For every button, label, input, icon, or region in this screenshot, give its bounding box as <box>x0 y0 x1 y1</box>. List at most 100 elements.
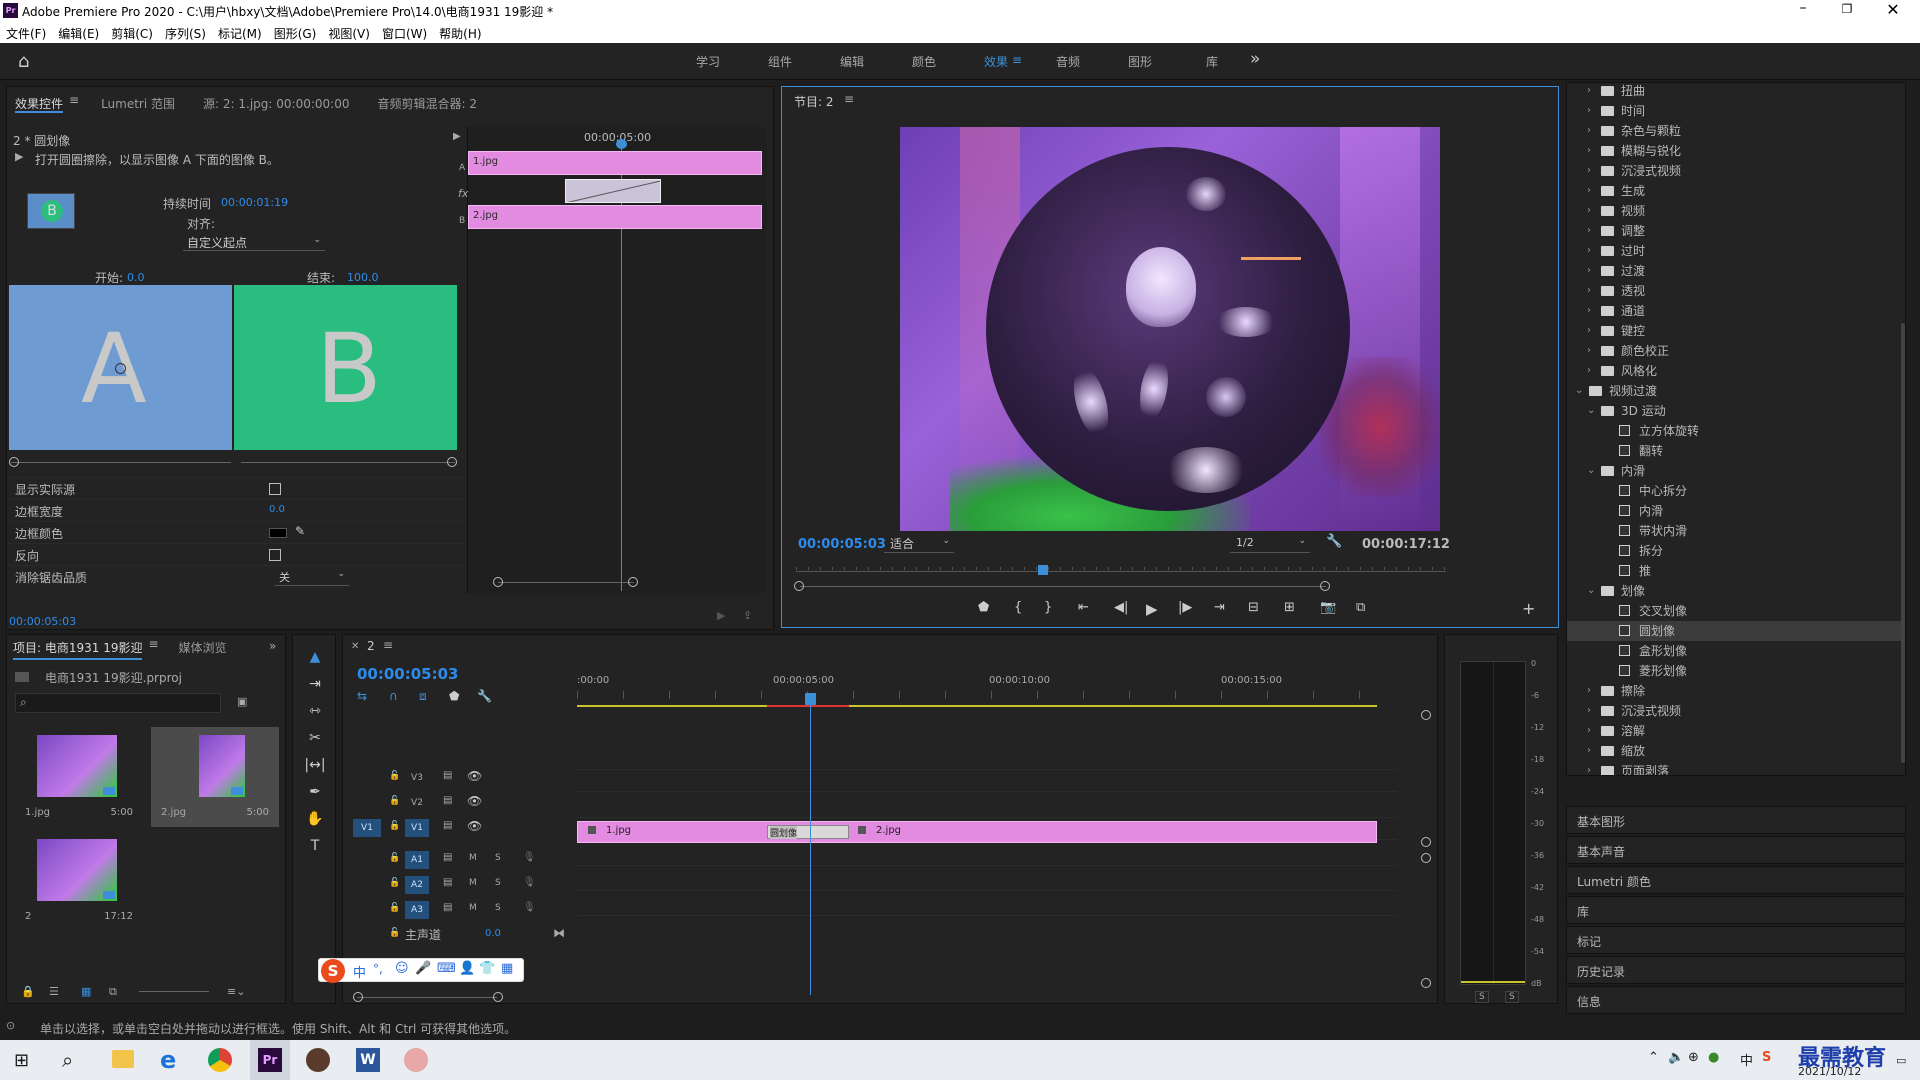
effects-tree-item[interactable]: 菱形划像 <box>1567 661 1905 681</box>
ec-clip-b[interactable]: 2.jpg <box>468 205 762 229</box>
close-tab-icon[interactable]: ✕ <box>351 641 359 652</box>
effects-tree-item[interactable]: › 过渡 <box>1567 261 1905 281</box>
effects-tree-item[interactable]: › 扭曲 <box>1567 83 1905 101</box>
align-select[interactable]: 自定义起点 ⌄ <box>183 233 325 251</box>
color-swatch[interactable] <box>269 528 287 538</box>
effects-tree-item[interactable]: › 风格化 <box>1567 361 1905 381</box>
effects-tree-item[interactable]: › 透视 <box>1567 281 1905 301</box>
menu-item[interactable]: 剪辑(C) <box>111 25 153 42</box>
paint-app-icon[interactable] <box>404 1048 428 1072</box>
chevron-down-icon[interactable]: ⌄ <box>1587 581 1595 601</box>
track-select-icon[interactable]: ⇥ <box>293 676 337 692</box>
project-tab-menu-icon[interactable]: ≡ <box>148 637 158 660</box>
menu-item[interactable]: 图形(G) <box>274 25 317 42</box>
menu-item[interactable]: 视图(V) <box>328 25 370 42</box>
property-checkbox[interactable] <box>269 549 281 561</box>
vscroll-handle[interactable] <box>1421 853 1431 863</box>
effects-scrollbar[interactable] <box>1901 323 1905 763</box>
side-panel-header[interactable]: 库 <box>1566 896 1906 924</box>
go-to-out-icon[interactable]: ⇥ <box>1214 600 1225 615</box>
chevron-right-icon[interactable]: › <box>1587 761 1591 775</box>
effects-tree-item[interactable]: › 过时 <box>1567 241 1905 261</box>
property-checkbox[interactable] <box>269 483 281 495</box>
emoji-icon[interactable]: ☺ <box>395 961 409 976</box>
timeline-menu-icon[interactable]: ≡ <box>383 638 393 652</box>
project-item[interactable]: 2 17:12 <box>15 831 143 931</box>
icon-view-icon[interactable]: ▦ <box>81 985 91 998</box>
timeline-transition[interactable]: 圆划像 <box>767 825 849 839</box>
chevron-right-icon[interactable]: › <box>1587 681 1591 701</box>
track-toggle[interactable]: V3 <box>405 769 429 787</box>
chevron-right-icon[interactable]: › <box>1587 221 1591 241</box>
effects-tree-item[interactable]: › 缩放 <box>1567 741 1905 761</box>
zoom-handle-right[interactable] <box>628 577 638 587</box>
effects-tree-item[interactable]: › 键控 <box>1567 321 1905 341</box>
share-icon[interactable]: ⇪ <box>743 609 752 622</box>
timeline-playhead-line[interactable] <box>810 695 811 995</box>
chevron-right-icon[interactable]: › <box>1587 721 1591 741</box>
step-forward-icon[interactable]: |▶ <box>1178 600 1192 615</box>
effects-tree-item[interactable]: ⌄ 3D 运动 <box>1567 401 1905 421</box>
lock-icon[interactable]: 🔒 <box>21 985 35 998</box>
workspace-tab[interactable]: 编辑 <box>816 53 888 70</box>
effects-tree-item[interactable]: › 颜色校正 <box>1567 341 1905 361</box>
sync-lock-icon[interactable]: ▤ <box>443 770 452 781</box>
ec-tab[interactable]: 效果控件 <box>15 93 64 113</box>
zoom-slider[interactable] <box>139 991 209 992</box>
ime-punct[interactable]: °, <box>373 962 383 976</box>
ec-tab-menu-icon[interactable]: ≡ <box>69 93 79 113</box>
mic-icon[interactable]: 🎙 <box>523 852 536 863</box>
lock-icon[interactable]: 🔓 <box>389 878 400 888</box>
snap-icon[interactable]: ∩ <box>389 689 398 703</box>
effects-tree-item[interactable]: 立方体旋转 <box>1567 421 1905 441</box>
program-zoom-bar[interactable] <box>800 586 1326 587</box>
timeline-hscroll[interactable] <box>357 997 497 998</box>
solo-button[interactable]: S <box>495 878 501 888</box>
slip-tool-icon[interactable]: |↔| <box>293 757 337 773</box>
file-explorer-icon[interactable] <box>112 1050 134 1068</box>
vscroll-handle[interactable] <box>1421 978 1431 988</box>
panel-overflow-icon[interactable]: » <box>269 639 276 653</box>
effects-tree-item[interactable]: 盒形划像 <box>1567 641 1905 661</box>
effects-tree-item[interactable]: › 视频 <box>1567 201 1905 221</box>
eyedropper-icon[interactable]: ✎ <box>295 524 305 538</box>
preview-a-slider[interactable] <box>11 462 231 463</box>
chrome-icon[interactable] <box>208 1048 232 1072</box>
ime-toolbar[interactable]: S 中 °, ☺ 🎤 ⌨ 👤 👕 ▦ <box>318 958 524 983</box>
chevron-right-icon[interactable]: › <box>1587 121 1591 141</box>
menu-item[interactable]: 标记(M) <box>218 25 262 42</box>
premiere-taskbar-icon[interactable]: Pr <box>250 1040 290 1080</box>
sync-lock-icon[interactable]: ▤ <box>443 877 452 888</box>
program-ruler[interactable] <box>796 567 1446 570</box>
lock-icon[interactable]: 🔓 <box>389 928 400 938</box>
track-toggle[interactable]: A2 <box>405 876 429 894</box>
volume-icon[interactable]: 🔈 <box>1668 1050 1684 1065</box>
effects-tree-item[interactable]: › 生成 <box>1567 181 1905 201</box>
side-panel-header[interactable]: 历史记录 <box>1566 956 1906 984</box>
project-tab[interactable]: 媒体浏览 <box>179 637 227 660</box>
media-app-icon[interactable] <box>306 1048 330 1072</box>
search-icon[interactable]: ⌕ <box>62 1048 73 1072</box>
add-marker-icon[interactable]: ⬟ <box>449 689 459 703</box>
lock-icon[interactable]: 🔓 <box>389 821 400 831</box>
master-value[interactable]: 0.0 <box>485 928 501 939</box>
workspace-menu-icon[interactable]: ≡ <box>1012 53 1032 70</box>
preview-a[interactable]: A <box>9 285 232 450</box>
hscroll-left-handle[interactable] <box>353 992 363 1002</box>
preview-b-slider[interactable] <box>241 462 455 463</box>
tray-app-icon[interactable]: ● <box>1708 1050 1719 1065</box>
lock-icon[interactable]: 🔓 <box>389 903 400 913</box>
resolution-select[interactable]: 1/2 ⌄ <box>1230 535 1310 553</box>
solo-button[interactable]: S <box>495 853 501 863</box>
timeline-timecode[interactable]: 00:00:05:03 <box>357 665 459 683</box>
menu-item[interactable]: 帮助(H) <box>439 25 481 42</box>
effects-tree-item[interactable]: › 溶解 <box>1567 721 1905 741</box>
chevron-right-icon[interactable]: › <box>1587 141 1591 161</box>
chevron-right-icon[interactable]: › <box>1587 741 1591 761</box>
slider-handle-right[interactable] <box>447 457 457 467</box>
restore-icon[interactable]: ❐ <box>1840 2 1854 16</box>
sync-lock-icon[interactable]: ▤ <box>443 820 452 831</box>
solo-left-button[interactable]: S <box>1475 991 1489 1003</box>
eye-icon[interactable]: 👁 <box>467 769 482 783</box>
sync-lock-icon[interactable]: ▤ <box>443 852 452 863</box>
